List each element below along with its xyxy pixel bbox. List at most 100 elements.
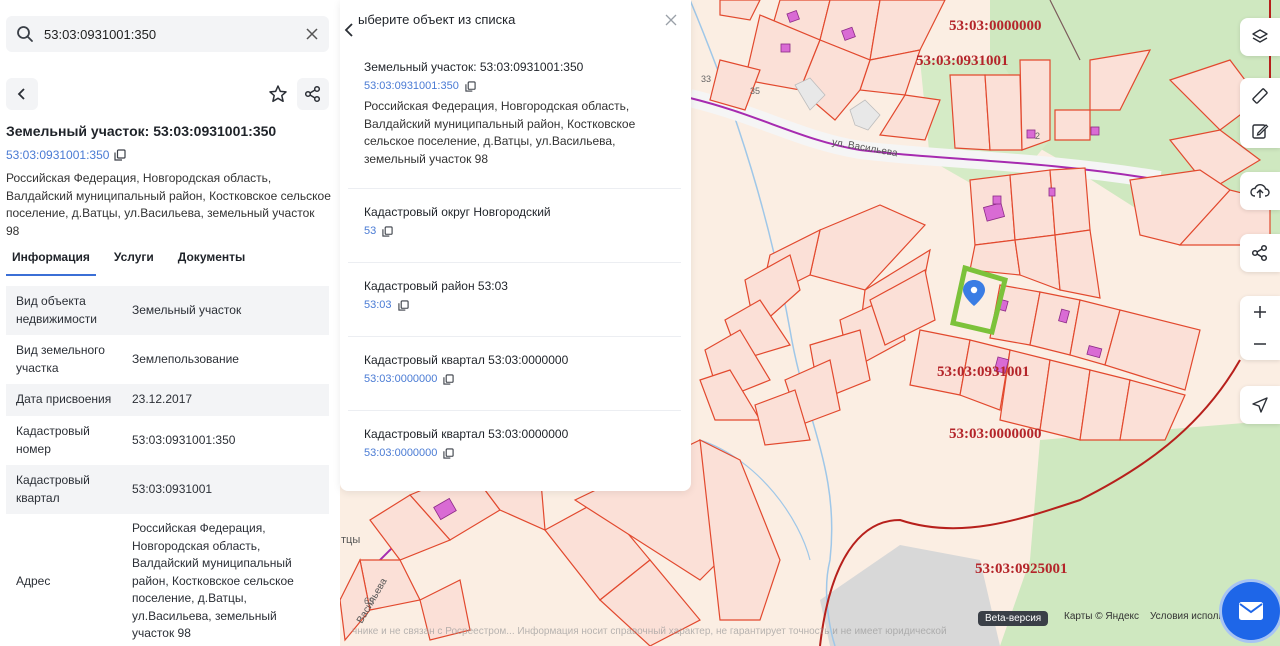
terms-link[interactable]: Условия использ (1150, 611, 1228, 622)
cadastral-number[interactable]: 53:03:0931001:350 (6, 148, 109, 162)
entry-title[interactable]: Кадастровый район 53:03 (364, 279, 674, 293)
cadastral-number-link[interactable]: 53:03:0931001:350 (6, 148, 127, 162)
row-value: 53:03:0931001:350 (132, 432, 236, 447)
row-value: Землепользование (132, 351, 239, 366)
ruler-icon (1252, 87, 1268, 104)
divider (348, 336, 681, 337)
layers-button[interactable] (1240, 18, 1280, 56)
entry-title[interactable]: Кадастровый округ Новгородский (364, 205, 674, 219)
layers-control[interactable] (1240, 18, 1280, 56)
table-row: Дата присвоения 23.12.2017 (6, 384, 329, 416)
star-icon (269, 85, 287, 103)
search-input[interactable]: 53:03:0931001:350 (44, 27, 305, 42)
entry-code-text: 53:03 (364, 299, 392, 311)
entry-title[interactable]: Кадастровый квартал 53:03:0000000 (364, 427, 674, 441)
ruler-button[interactable] (1240, 78, 1280, 113)
entry-address: Российская Федерация, Новгородская облас… (364, 99, 636, 166)
upload-button[interactable] (1240, 172, 1280, 210)
table-row: Вид объекта недвижимости Земельный участ… (6, 286, 329, 335)
entry-title[interactable]: Кадастровый квартал 53:03:0000000 (364, 353, 674, 367)
divider (348, 262, 681, 263)
quarter-label: 53:03:0000000 (949, 18, 1042, 34)
beta-badge: Beta-версия (978, 611, 1049, 626)
row-key: Вид земельного участка (16, 343, 105, 375)
quarter-label: 53:03:0931001 (916, 53, 1009, 69)
share-icon (304, 85, 321, 103)
list-item[interactable]: Кадастровый квартал 53:03:0000000 53:03:… (364, 427, 674, 459)
share-control[interactable] (1240, 234, 1280, 272)
table-row: Кадастровый квартал 53:03:0931001 (6, 465, 329, 514)
entry-code: 53:03 (364, 299, 674, 311)
entry-code: 53:03:0000000 (364, 447, 674, 459)
tab-information[interactable]: Информация (6, 250, 96, 276)
search-icon (17, 26, 33, 42)
list-item[interactable]: Кадастровый округ Новгородский 53 (364, 205, 674, 237)
entry-code-text: 53:03:0000000 (364, 373, 438, 385)
copy-icon[interactable] (443, 373, 455, 385)
mail-icon (1239, 602, 1263, 620)
chevron-left-icon (17, 88, 25, 100)
row-key: Дата присвоения (16, 392, 112, 407)
disclaimer-text: чнике и не связан с Росреестром... Инфор… (352, 626, 947, 637)
minus-icon (1254, 343, 1266, 345)
row-value: 53:03:0931001 (132, 481, 213, 496)
edit-button[interactable] (1240, 113, 1280, 148)
plus-icon (1254, 306, 1266, 318)
row-key: Адрес (16, 574, 51, 588)
list-item[interactable]: Кадастровый район 53:03 53:03 (364, 279, 674, 311)
share-button[interactable] (297, 78, 329, 110)
share-icon (1251, 244, 1268, 262)
close-icon[interactable] (665, 14, 677, 26)
divider (348, 188, 681, 189)
copy-icon[interactable] (397, 299, 409, 311)
entry-code: 53 (364, 225, 674, 237)
row-key: Вид объекта недвижимости (16, 294, 97, 326)
list-item[interactable]: Земельный участок: 53:03:0931001:350 53:… (364, 60, 674, 168)
row-value: Российская Федерация, Новгородская облас… (132, 521, 294, 640)
map-share-button[interactable] (1240, 234, 1280, 272)
table-row: Вид земельного участка Землепользование (6, 335, 329, 384)
chevron-left-icon[interactable] (342, 20, 356, 40)
quarter-label: 53:03:0925001 (975, 561, 1068, 577)
edit-icon (1252, 123, 1269, 139)
copy-icon[interactable] (114, 149, 127, 161)
copy-icon[interactable] (382, 225, 393, 237)
favorite-button[interactable] (262, 78, 294, 110)
zoom-control (1240, 296, 1280, 360)
copy-icon[interactable] (465, 80, 476, 92)
row-value: Земельный участок (132, 302, 242, 317)
row-value: 23.12.2017 (132, 392, 193, 407)
table-row: Адрес Российская Федерация, Новгородская… (6, 514, 329, 646)
search-field[interactable]: 53:03:0931001:350 (6, 16, 329, 52)
tab-services[interactable]: Услуги (108, 250, 160, 276)
entry-code: 53:03:0931001:350 (364, 80, 674, 92)
back-button[interactable] (6, 78, 38, 110)
zoom-out-button[interactable] (1240, 328, 1280, 360)
locate-button[interactable] (1240, 386, 1280, 424)
object-address: Российская Федерация, Новгородская облас… (6, 171, 331, 238)
zoom-in-button[interactable] (1240, 296, 1280, 328)
entry-code: 53:03:0000000 (364, 373, 674, 385)
tools-control (1240, 78, 1280, 148)
upload-control[interactable] (1240, 172, 1280, 210)
locate-control[interactable] (1240, 386, 1280, 424)
house-number: 2 (1035, 131, 1041, 141)
entry-title[interactable]: Земельный участок: 53:03:0931001:350 (364, 60, 674, 74)
upload-icon (1250, 184, 1270, 198)
object-title: Земельный участок: 53:03:0931001:350 (6, 123, 277, 139)
feedback-mail-button[interactable] (1222, 582, 1280, 640)
close-icon[interactable] (305, 27, 319, 41)
copy-icon[interactable] (443, 447, 455, 459)
layers-icon (1252, 29, 1268, 43)
popup-title: ыберите объект из списка (358, 12, 516, 27)
row-key: Кадастровый номер (16, 424, 90, 456)
entry-code-text: 53:03:0000000 (364, 447, 438, 459)
list-item[interactable]: Кадастровый квартал 53:03:0000000 53:03:… (364, 353, 674, 385)
entry-code-text: 53 (364, 225, 377, 237)
tab-documents[interactable]: Документы (172, 250, 251, 276)
map-copyright[interactable]: Карты © Яндекс (1064, 611, 1139, 622)
object-info-panel: 53:03:0931001:350 Земельный участок: 53:… (0, 0, 340, 646)
table-row: Кадастровый номер 53:03:0931001:350 (6, 416, 329, 465)
navigation-arrow-icon (1252, 397, 1268, 413)
house-number: 33 (701, 74, 712, 84)
